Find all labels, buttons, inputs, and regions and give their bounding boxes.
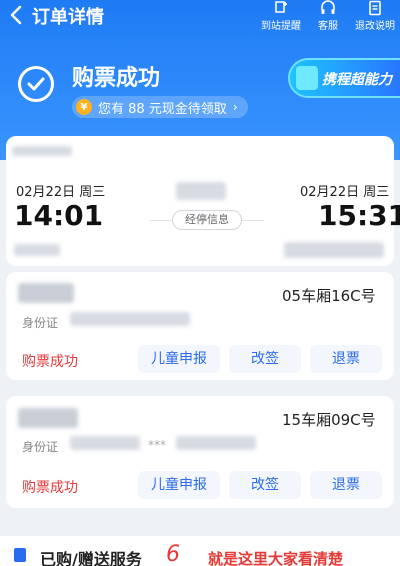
redacted-id (70, 436, 140, 450)
bookmark-icon (14, 548, 26, 562)
change-ticket-button[interactable]: 改签 (229, 345, 301, 373)
ticket-status: 购票成功 (22, 480, 78, 496)
id-type-label: 身份证 (22, 440, 59, 454)
annotation-note: 就是这里大家看清楚 (208, 550, 344, 566)
redacted-name (18, 283, 74, 303)
bell-plus-icon (275, 1, 287, 13)
ticket-status: 购票成功 (22, 354, 78, 370)
divider (242, 220, 264, 221)
redacted-id (176, 436, 256, 450)
handwritten-mark: 6 (166, 542, 180, 566)
child-declare-button[interactable]: 儿童申报 (138, 345, 220, 373)
success-check-icon (18, 66, 54, 102)
headset-icon (321, 0, 335, 14)
phone-icon (296, 66, 318, 90)
promo-badge[interactable]: 携程超能力 (288, 58, 400, 98)
seat-number: 15车厢09C号 (282, 411, 376, 429)
divider (150, 220, 172, 221)
id-type-label: 身份证 (22, 316, 59, 330)
arrival-reminder-button[interactable]: 到站提醒 (254, 0, 308, 32)
refund-change-rules-button[interactable]: 退改说明 (348, 0, 400, 32)
document-icon (369, 0, 381, 16)
stops-info-button[interactable]: 经停信息 (172, 210, 242, 230)
redacted-block (14, 244, 60, 256)
arrive-date: 02月22日 周三 (300, 181, 389, 200)
tool-label: 客服 (318, 21, 338, 32)
arrive-time: 15:31 (318, 199, 400, 232)
status-title: 购票成功 (72, 66, 161, 91)
depart-date: 02月22日 周三 (16, 181, 105, 200)
change-ticket-button[interactable]: 改签 (229, 471, 301, 499)
redacted-block (12, 146, 72, 156)
arrive-date-text: 02月22日 (300, 185, 360, 200)
tool-label: 退改说明 (355, 21, 395, 32)
refund-button[interactable]: 退票 (310, 345, 382, 373)
top-bar: 订单详情 到站提醒 客服 退改说明 (0, 0, 400, 36)
arrive-weekday: 周三 (363, 185, 390, 200)
refund-button[interactable]: 退票 (310, 471, 382, 499)
id-mask: *** (148, 438, 166, 452)
child-declare-button[interactable]: 儿童申报 (138, 471, 220, 499)
seat-number: 05车厢16C号 (282, 287, 376, 305)
promo-text: 携程超能力 (322, 72, 392, 88)
depart-time: 14:01 (14, 199, 104, 232)
yen-coin-icon: ¥ (76, 99, 92, 115)
cash-reward-text: 您有 88 元现金待领取 (98, 101, 227, 117)
redacted-block (284, 242, 384, 258)
back-arrow-icon[interactable] (6, 4, 28, 26)
customer-service-button[interactable]: 客服 (301, 0, 355, 32)
depart-weekday: 周三 (79, 185, 106, 200)
tool-label: 到站提醒 (261, 21, 301, 32)
redacted-block (176, 182, 226, 200)
cash-reward-link[interactable]: ¥ 您有 88 元现金待领取 › (72, 96, 248, 118)
redacted-id (70, 312, 190, 326)
page-title: 订单详情 (32, 7, 104, 28)
chevron-right-icon: › (232, 100, 238, 114)
services-label: 已购/赠送服务 (40, 550, 142, 566)
depart-date-text: 02月22日 (16, 185, 76, 200)
services-section[interactable]: 已购/赠送服务 6 就是这里大家看清楚 (0, 536, 400, 566)
redacted-name (18, 408, 78, 428)
